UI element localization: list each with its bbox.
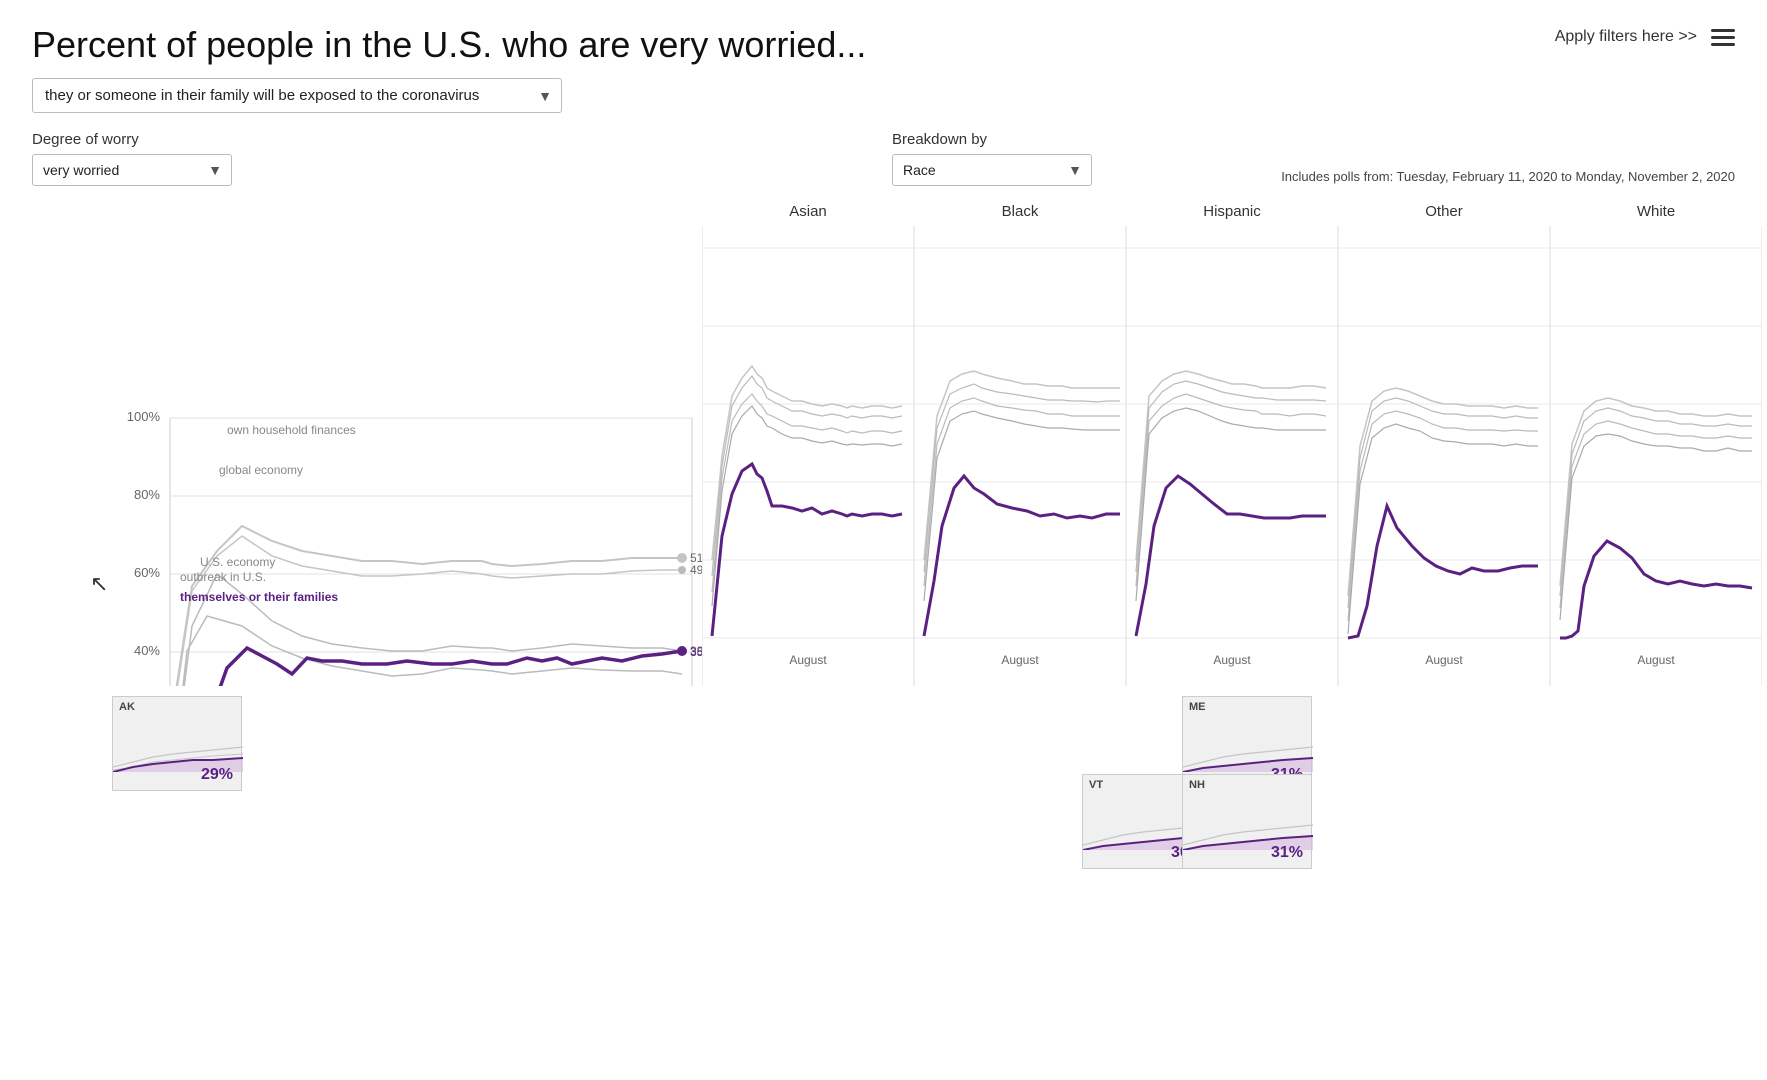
svg-text:global economy: global economy bbox=[219, 463, 303, 477]
svg-text:60%: 60% bbox=[134, 565, 160, 580]
main-dropdown-row: they or someone in their family will be … bbox=[32, 78, 1735, 113]
breakdown-dropdown-wrapper: RaceAgeGenderIncome ▼ bbox=[892, 154, 1092, 186]
page-container: Percent of people in the U.S. who are ve… bbox=[0, 0, 1767, 1080]
breakdown-by-dropdown[interactable]: RaceAgeGenderIncome bbox=[892, 154, 1092, 186]
controls-row: Degree of worry very worriedsomewhat wor… bbox=[32, 131, 1735, 186]
svg-text:Black: Black bbox=[1002, 203, 1039, 220]
svg-text:49%: 49% bbox=[690, 563, 702, 577]
date-info: Includes polls from: Tuesday, February 1… bbox=[1281, 167, 1735, 187]
svg-text:August: August bbox=[1637, 653, 1675, 667]
svg-text:themselves or their families: themselves or their families bbox=[180, 590, 338, 604]
svg-text:August: August bbox=[1425, 653, 1463, 667]
breakdown-by-group: Breakdown by RaceAgeGenderIncome ▼ bbox=[892, 131, 1092, 186]
mini-map-chart-AK bbox=[113, 712, 243, 772]
main-dropdown-wrapper: they or someone in their family will be … bbox=[32, 78, 562, 113]
svg-text:August: August bbox=[1001, 653, 1039, 667]
hamburger-menu[interactable] bbox=[1711, 29, 1735, 46]
svg-text:White: White bbox=[1637, 203, 1675, 220]
svg-text:35%: 35% bbox=[690, 645, 702, 659]
header-row: Percent of people in the U.S. who are ve… bbox=[32, 24, 1735, 66]
mini-map-AK[interactable]: AK 29% bbox=[112, 696, 242, 791]
main-chart-area: 100% 80% 60% 40% 20% 0% Feb 1 Apr 1 bbox=[32, 196, 702, 686]
breakdown-by-label: Breakdown by bbox=[892, 131, 1092, 148]
svg-text:Asian: Asian bbox=[789, 203, 827, 220]
mini-map-chart-ME bbox=[1183, 712, 1313, 772]
header-right: Apply filters here >> bbox=[1555, 24, 1735, 46]
degree-of-worry-label: Degree of worry bbox=[32, 131, 232, 148]
main-dropdown[interactable]: they or someone in their family will be … bbox=[32, 78, 562, 113]
degree-of-worry-group: Degree of worry very worriedsomewhat wor… bbox=[32, 131, 232, 186]
svg-text:outbreak in U.S.: outbreak in U.S. bbox=[180, 570, 266, 584]
degree-of-worry-dropdown[interactable]: very worriedsomewhat worriednot worried bbox=[32, 154, 232, 186]
mini-map-chart-NH bbox=[1183, 790, 1313, 850]
mini-map-pct-NH: 31% bbox=[1271, 844, 1303, 862]
svg-text:80%: 80% bbox=[134, 487, 160, 502]
svg-text:U.S. economy: U.S. economy bbox=[200, 555, 275, 569]
degree-dropdown-wrapper: very worriedsomewhat worriednot worried … bbox=[32, 154, 232, 186]
svg-text:August: August bbox=[1213, 653, 1251, 667]
svg-text:100%: 100% bbox=[127, 409, 161, 424]
charts-container: 100% 80% 60% 40% 20% 0% Feb 1 Apr 1 bbox=[32, 196, 1735, 686]
svg-text:↖: ↖ bbox=[90, 571, 108, 596]
main-chart-svg: 100% 80% 60% 40% 20% 0% Feb 1 Apr 1 bbox=[32, 196, 702, 686]
apply-filters-text[interactable]: Apply filters here >> bbox=[1555, 28, 1697, 46]
page-title: Percent of people in the U.S. who are ve… bbox=[32, 24, 1555, 66]
mini-maps-row: AK 29% ME 31% VT bbox=[32, 696, 1735, 816]
mini-map-pct-AK: 29% bbox=[201, 766, 233, 784]
breakdown-chart-svg: Asian Black Hispanic Other White 100% 80… bbox=[702, 196, 1762, 686]
svg-text:Hispanic: Hispanic bbox=[1203, 203, 1261, 220]
svg-text:own household finances: own household finances bbox=[227, 423, 356, 437]
mini-map-NH[interactable]: NH 31% bbox=[1182, 774, 1312, 869]
svg-text:Other: Other bbox=[1425, 203, 1463, 220]
svg-text:August: August bbox=[789, 653, 827, 667]
svg-text:40%: 40% bbox=[134, 643, 160, 658]
breakdown-chart-area: Asian Black Hispanic Other White 100% 80… bbox=[702, 196, 1762, 686]
